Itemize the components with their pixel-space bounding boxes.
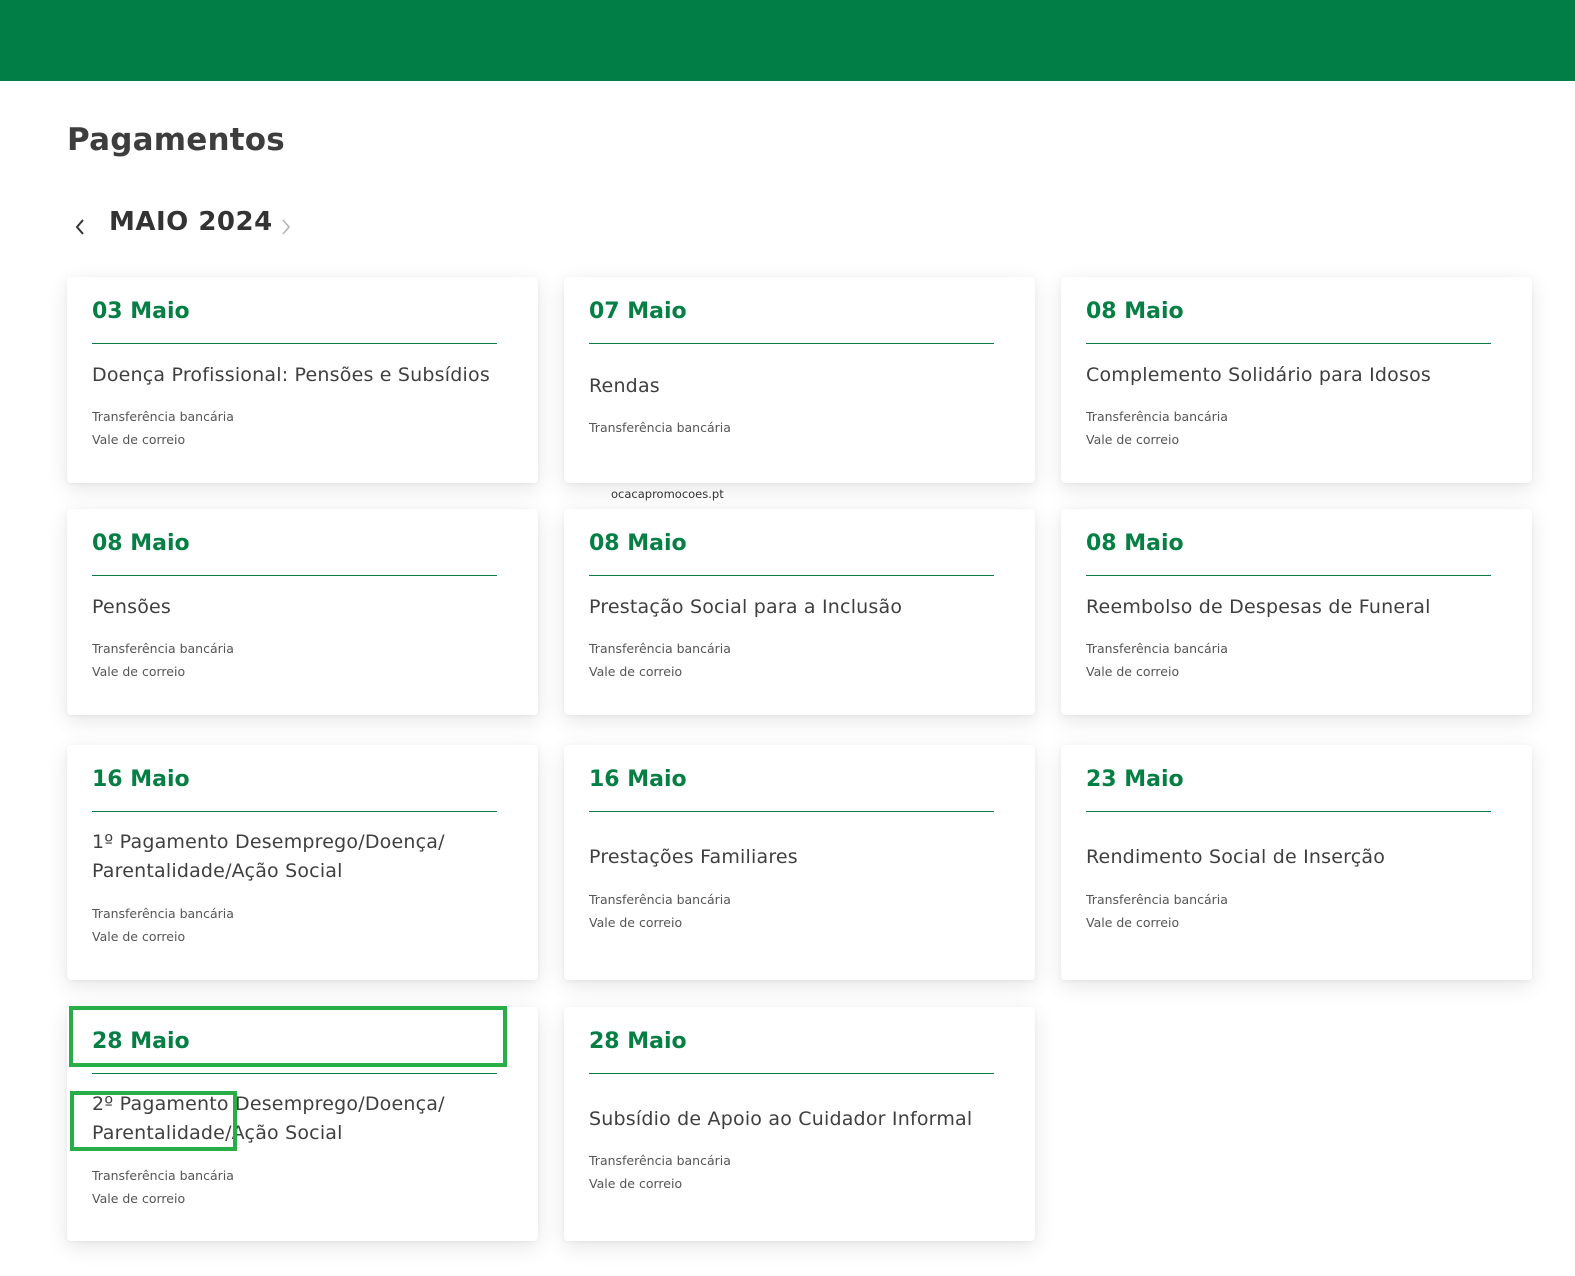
payment-methods: Transferência bancária Vale de correio (589, 1149, 731, 1195)
payment-card[interactable]: 16 Maio 1º Pagamento Desemprego/Doença/ … (67, 745, 538, 980)
payment-methods: Transferência bancária Vale de correio (1086, 405, 1228, 451)
payment-methods: Transferência bancária Vale de correio (92, 637, 234, 683)
top-header-bar (0, 0, 1575, 81)
payment-methods: Transferência bancária Vale de correio (589, 888, 731, 934)
page-title: Pagamentos (67, 122, 285, 158)
payment-method: Transferência bancária (1086, 892, 1228, 907)
payment-method: Vale de correio (1086, 664, 1180, 679)
payment-method: Vale de correio (1086, 432, 1180, 447)
divider (92, 811, 497, 812)
benefit-title: Reembolso de Despesas de Funeral (1086, 596, 1431, 618)
divider (589, 811, 994, 812)
payment-method: Transferência bancária (1086, 409, 1228, 424)
payment-card[interactable]: 08 Maio Pensões Transferência bancária V… (67, 509, 538, 715)
watermark-text: ocacapromocoes.pt (611, 487, 724, 501)
payment-card[interactable]: 07 Maio Rendas Transferência bancária (564, 277, 1035, 483)
divider (92, 575, 497, 576)
payment-date: 08 Maio (1086, 531, 1184, 556)
payment-method: Vale de correio (1086, 915, 1180, 930)
payment-method: Vale de correio (92, 432, 186, 447)
payment-method: Vale de correio (92, 1191, 186, 1206)
benefit-title: 1º Pagamento Desemprego/Doença/ Parental… (92, 831, 445, 882)
payment-date: 23 Maio (1086, 767, 1184, 792)
payment-date: 16 Maio (589, 767, 687, 792)
payment-method: Transferência bancária (1086, 641, 1228, 656)
payment-card[interactable]: 08 Maio Complemento Solidário para Idoso… (1061, 277, 1532, 483)
payment-method: Transferência bancária (589, 641, 731, 656)
payment-methods: Transferência bancária Vale de correio (589, 637, 731, 683)
payment-card[interactable]: 08 Maio Reembolso de Despesas de Funeral… (1061, 509, 1532, 715)
chevron-left-icon (75, 219, 84, 235)
divider (589, 1073, 994, 1074)
divider (589, 343, 994, 344)
divider (92, 343, 497, 344)
payment-method: Transferência bancária (92, 409, 234, 424)
payment-method: Transferência bancária (589, 892, 731, 907)
payment-date: 08 Maio (92, 531, 190, 556)
payment-date: 28 Maio (589, 1029, 687, 1054)
payment-method: Transferência bancária (589, 1153, 731, 1168)
payment-methods: Transferência bancária Vale de correio (1086, 888, 1228, 934)
payment-date: 28 Maio (92, 1029, 190, 1054)
payment-methods: Transferência bancária Vale de correio (92, 1164, 234, 1210)
benefit-title: Rendas (589, 375, 660, 397)
benefit-title: Complemento Solidário para Idosos (1086, 364, 1431, 386)
payment-method: Transferência bancária (92, 641, 234, 656)
payment-method: Transferência bancária (92, 906, 234, 921)
payment-methods: Transferência bancária Vale de correio (92, 902, 234, 948)
benefit-title: 2º Pagamento Desemprego/Doença/ Parental… (92, 1093, 445, 1144)
benefit-title: Rendimento Social de Inserção (1086, 846, 1386, 868)
payment-method: Transferência bancária (92, 1168, 234, 1183)
payment-date: 08 Maio (589, 531, 687, 556)
benefit-title: Pensões (92, 596, 172, 618)
benefit-title: Doença Profissional: Pensões e Subsídios (92, 364, 490, 386)
benefit-title: Prestação Social para a Inclusão (589, 596, 903, 618)
payment-date: 07 Maio (589, 299, 687, 324)
payment-methods: Transferência bancária (589, 416, 731, 439)
payment-method: Vale de correio (92, 664, 186, 679)
chevron-right-icon (282, 219, 291, 235)
payment-date: 16 Maio (92, 767, 190, 792)
benefit-title: Subsídio de Apoio ao Cuidador Informal (589, 1108, 973, 1130)
payment-card[interactable]: 08 Maio Prestação Social para a Inclusão… (564, 509, 1035, 715)
divider (589, 575, 994, 576)
divider (1086, 343, 1491, 344)
payment-methods: Transferência bancária Vale de correio (1086, 637, 1228, 683)
current-month-label: MAIO 2024 (109, 207, 273, 237)
divider (92, 1073, 497, 1074)
payment-card[interactable]: 23 Maio Rendimento Social de Inserção Tr… (1061, 745, 1532, 980)
payment-card[interactable]: 28 Maio Subsídio de Apoio ao Cuidador In… (564, 1007, 1035, 1241)
prev-month-button[interactable] (67, 209, 93, 241)
benefit-title: Prestações Familiares (589, 846, 798, 868)
payment-date: 08 Maio (1086, 299, 1184, 324)
payment-date: 03 Maio (92, 299, 190, 324)
payment-card[interactable]: 16 Maio Prestações Familiares Transferên… (564, 745, 1035, 980)
payment-method: Vale de correio (92, 929, 186, 944)
payment-method: Vale de correio (589, 664, 683, 679)
divider (1086, 811, 1491, 812)
divider (1086, 575, 1491, 576)
payment-method: Transferência bancária (589, 420, 731, 435)
payment-methods: Transferência bancária Vale de correio (92, 405, 234, 451)
payment-method: Vale de correio (589, 915, 683, 930)
payment-method: Vale de correio (589, 1176, 683, 1191)
payment-card[interactable]: 28 Maio 2º Pagamento Desemprego/Doença/ … (67, 1007, 538, 1241)
payment-card[interactable]: 03 Maio Doença Profissional: Pensões e S… (67, 277, 538, 483)
next-month-button[interactable] (273, 209, 299, 241)
